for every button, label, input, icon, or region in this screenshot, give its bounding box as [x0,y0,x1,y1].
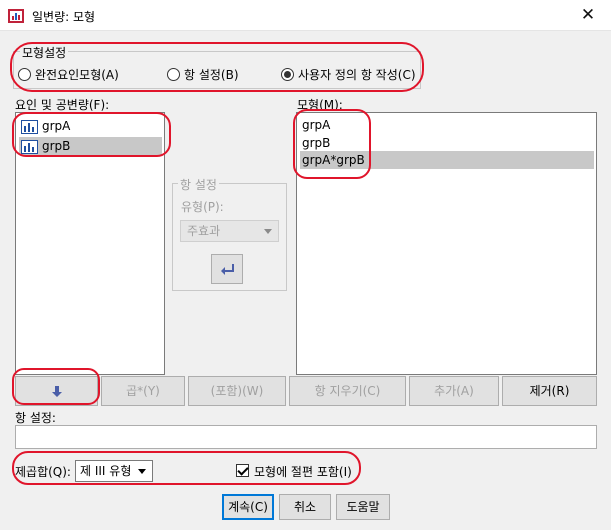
radio-full-factorial-label: 완전요인모형(A) [35,67,119,82]
continue-button-label: 계속(C) [228,500,268,514]
model-spec-title: 모형설정 [20,44,69,61]
term-field-label: 항 설정: [15,411,56,425]
remove-term-button-label: 제거(R) [529,384,570,398]
sum-of-squares-dropdown[interactable]: 제 III 유형 [75,460,153,482]
list-item[interactable]: grpA [19,117,162,135]
continue-button[interactable]: 계속(C) [222,494,274,520]
move-arrow-icon [221,264,234,275]
nominal-variable-icon [21,119,38,134]
model-term-grpA: grpA [302,118,331,132]
factors-listbox[interactable]: grpA grpB [15,112,165,375]
chevron-down-icon [264,229,272,234]
cancel-button[interactable]: 취소 [279,494,331,520]
type-dropdown-value: 주효과 [187,224,221,238]
factor-grpB-label: grpB [42,139,71,153]
nominal-variable-icon [21,139,38,154]
radio-full-factorial[interactable]: 완전요인모형(A) [18,66,119,82]
chevron-down-icon [138,469,146,474]
model-term-interaction: grpA*grpB [302,153,365,167]
build-term-title: 항 설정 [178,176,219,193]
add-term-button-label: 추가(A) [434,384,474,398]
intercept-label: 모형에 절편 포함(I) [254,465,352,479]
app-icon [8,9,24,23]
sum-of-squares-value: 제 III 유형 [80,464,132,478]
factors-label: 요인 및 공변량(F): [15,98,110,112]
list-item[interactable]: grpA*grpB [300,151,594,169]
clear-term-button[interactable]: 항 지우기(C) [289,376,406,406]
add-term-button[interactable]: 추가(A) [409,376,499,406]
radio-build-terms-indicator[interactable] [167,67,180,81]
multiply-button[interactable]: 곱*(Y) [101,376,185,406]
factor-grpA-label: grpA [42,119,71,133]
model-term-grpB: grpB [302,136,331,150]
close-button[interactable]: ✕ [565,0,611,31]
multiply-button-label: 곱*(Y) [126,384,160,398]
radio-build-terms[interactable]: 항 설정(B) [167,66,239,82]
nest-button-label: (포함)(W) [210,384,264,398]
window-title: 일변량: 모형 [32,10,96,24]
intercept-checkbox[interactable] [236,464,249,477]
list-item[interactable]: grpB [19,137,162,155]
term-field[interactable] [15,425,597,449]
list-item[interactable]: grpA [300,116,594,134]
type-dropdown[interactable]: 주효과 [180,220,279,242]
sum-of-squares-label: 제곱합(Q): [15,465,71,479]
type-label: 유형(P): [181,200,224,214]
help-button[interactable]: 도움말 [336,494,390,520]
build-term-arrow-button[interactable] [211,254,243,284]
radio-custom-terms[interactable]: 사용자 정의 항 작성(C) [281,66,416,82]
radio-custom-terms-indicator[interactable] [281,67,294,81]
title-bar: 일변량: 모형 ✕ [0,0,611,31]
model-listbox[interactable]: grpA grpB grpA*grpB [296,112,597,375]
move-term-button[interactable] [15,376,98,406]
radio-build-terms-label: 항 설정(B) [184,67,239,82]
clear-term-button-label: 항 지우기(C) [314,384,381,398]
radio-custom-terms-label: 사용자 정의 항 작성(C) [298,67,416,82]
nest-button[interactable]: (포함)(W) [188,376,286,406]
model-label: 모형(M): [297,98,343,112]
list-item[interactable]: grpB [300,134,594,152]
help-button-label: 도움말 [346,500,380,514]
cancel-button-label: 취소 [293,500,317,514]
radio-full-factorial-indicator[interactable] [18,67,31,81]
down-arrow-icon [51,386,62,397]
remove-term-button[interactable]: 제거(R) [502,376,597,406]
